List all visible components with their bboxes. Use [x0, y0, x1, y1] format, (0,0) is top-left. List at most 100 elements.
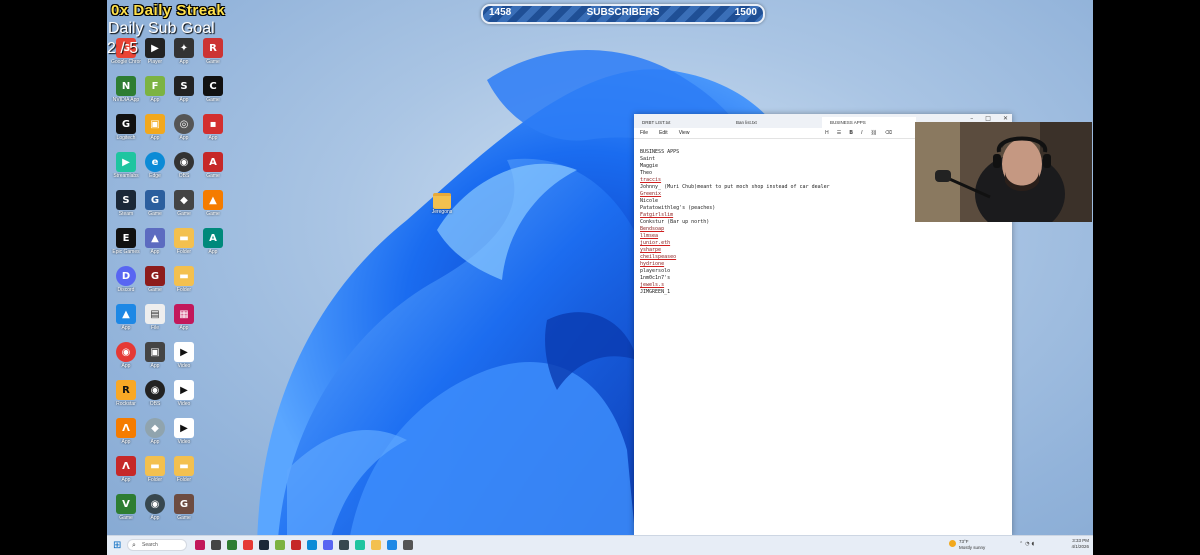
desktop-icon-gta[interactable]: V Game [111, 494, 141, 521]
desktop-icon-discord[interactable]: D Discord [111, 266, 141, 293]
taskbar-app-icon[interactable] [259, 540, 269, 550]
desktop-icon-game-6[interactable]: G Game [169, 494, 199, 521]
menu-file[interactable]: File [640, 130, 648, 136]
notepad-tab-2[interactable]: Ban list.txt [728, 117, 822, 128]
daily-sub-goal-count: 2 / 5 [107, 40, 139, 57]
window-controls: – □ ✕ [970, 115, 1008, 122]
desktop-icon-folder-2[interactable]: ▬ Folder [169, 266, 199, 293]
tray-icons[interactable]: ⌃◔◖ [1019, 541, 1036, 547]
desktop-icon-app-12[interactable]: Λ App [111, 418, 141, 445]
desktop-icon-obs-2[interactable]: ◉ OBS [140, 380, 170, 407]
taskbar-app-icon[interactable] [275, 540, 285, 550]
menu-view[interactable]: View [679, 130, 690, 136]
taskbar-app-icon[interactable] [195, 540, 205, 550]
desktop-icon-nvidia[interactable]: N NVIDIA App [111, 76, 141, 103]
desktop-icon-circle[interactable]: ◎ App [169, 114, 199, 141]
volume-icon[interactable]: ◖ [1032, 541, 1037, 547]
desktop-icon-folder-1[interactable]: ▬ Folder [169, 228, 199, 255]
desktop-icon-app-9[interactable]: ▦ App [169, 304, 199, 331]
desktop-icon-app-6[interactable]: ▲ App [140, 228, 170, 255]
taskbar-app-icon[interactable] [227, 540, 237, 550]
notepad-line: cheilspeaseo [640, 254, 677, 260]
desktop-icon-app-13[interactable]: ◆ App [140, 418, 170, 445]
desktop-icon-streamlabs[interactable]: ▶ Streamlabs [111, 152, 141, 179]
desktop-icon-steam[interactable]: S Steam [111, 190, 141, 217]
taskbar-app-icon[interactable] [403, 540, 413, 550]
bold-icon[interactable]: B [849, 130, 853, 136]
desktop-icon-app-15[interactable]: ◉ App [140, 494, 170, 521]
desktop-icon-video-2[interactable]: ▶ Video [169, 380, 199, 407]
desktop-icon-obs[interactable]: ◉ OBS [169, 152, 199, 179]
notepad-line: JIMGREEN_1 [640, 289, 671, 295]
close-icon[interactable]: ✕ [1003, 115, 1008, 122]
clock-date: 4/1/2026 [1071, 544, 1089, 549]
italic-icon[interactable]: I [861, 130, 862, 136]
desktop-icon-video-1[interactable]: ▶ Video [169, 342, 199, 369]
desktop-icon-player[interactable]: ▶ Player [140, 38, 170, 65]
taskbar-app-icon[interactable] [291, 540, 301, 550]
desktop-icon-folder-4[interactable]: ▬ Folder [169, 456, 199, 483]
heading-icon[interactable]: H [825, 130, 829, 136]
sun-icon [949, 540, 956, 547]
desktop-icon-game-4[interactable]: ▲ Game [198, 190, 228, 217]
desktop-icon-cod[interactable]: C Game [198, 76, 228, 103]
clear-format-icon[interactable]: ⌫ [885, 130, 892, 136]
notepad-line: hydrione [640, 261, 665, 267]
notepad-tab-label: DRBT LIST.txt [642, 120, 671, 125]
desktop-icon-app-3[interactable]: ✦ App [169, 38, 199, 65]
taskbar-apps [195, 540, 413, 550]
list-icon[interactable]: ☰ [837, 130, 841, 136]
windows-start-icon[interactable]: ⊞ [113, 540, 121, 551]
desktop-icon-file[interactable]: ▤ File [140, 304, 170, 331]
desktop-icon-app-14[interactable]: Λ App [111, 456, 141, 483]
minimize-icon[interactable]: – [970, 115, 973, 122]
desktop-icon-edge[interactable]: e Edge [140, 152, 170, 179]
desktop-icon-red-app[interactable]: ▪ App [198, 114, 228, 141]
desktop-icon-app-11[interactable]: ▣ App [140, 342, 170, 369]
desktop-icon-box[interactable]: ▣ App [140, 114, 170, 141]
taskbar-app-icon[interactable] [243, 540, 253, 550]
notepad-tab-label: BUSINESS APPS [830, 120, 866, 125]
notepad-tab-3[interactable]: BUSINESS APPS [822, 117, 916, 128]
taskbar-app-icon[interactable] [211, 540, 221, 550]
weather-desc: Mostly sunny [959, 545, 986, 550]
desktop-icon-video-3[interactable]: ▶ Video [169, 418, 199, 445]
taskbar-app-icon[interactable] [387, 540, 397, 550]
desktop-icon-logitech[interactable]: G Logitech [111, 114, 141, 141]
taskbar-app-icon[interactable] [355, 540, 365, 550]
desktop-icon-game-2[interactable]: G Game [140, 190, 170, 217]
desktop-icon-steelseries[interactable]: S App [169, 76, 199, 103]
subscribers-goal: 1500 [734, 7, 757, 18]
notepad-tab-1[interactable]: DRBT LIST.txt [634, 117, 728, 128]
notepad-line: 1nm0c1n7's [640, 275, 671, 281]
desktop-icon-folder-3[interactable]: ▬ Folder [140, 456, 170, 483]
desktop-icon-app-10[interactable]: ◉ App [111, 342, 141, 369]
desktop-icon-epic[interactable]: E Epic Games [111, 228, 141, 255]
taskbar-app-icon[interactable] [323, 540, 333, 550]
taskbar-search[interactable]: ⌕ Search [127, 539, 187, 551]
taskbar-app-icon[interactable] [371, 540, 381, 550]
desktop-folder[interactable]: Jeregons [429, 193, 455, 215]
link-icon[interactable]: ⛓ [871, 130, 877, 136]
maximize-icon[interactable]: □ [985, 115, 991, 122]
system-clock[interactable]: 3:33 PM 4/1/2026 [1071, 538, 1089, 550]
desktop-icon-app-8[interactable]: ▲ App [111, 304, 141, 331]
desktop-icon-game-5[interactable]: G Game [140, 266, 170, 293]
weather-widget[interactable]: 73°F Mostly sunny [949, 539, 986, 551]
webcam-overlay [915, 122, 1092, 222]
notepad-line: playersolo [640, 268, 671, 274]
search-placeholder: Search [142, 542, 158, 548]
taskbar-app-icon[interactable] [307, 540, 317, 550]
taskbar-app-icon[interactable] [339, 540, 349, 550]
menu-edit[interactable]: Edit [659, 130, 668, 136]
desktop-icon-roblox[interactable]: R Game [198, 38, 228, 65]
streamer-image [915, 122, 1092, 222]
desktop-icon-game-3[interactable]: ◆ Game [169, 190, 199, 217]
desktop-icon-rockstar[interactable]: R Rockstar [111, 380, 141, 407]
notepad-toolbar: H ☰ B I ⛓ ⌫ [825, 130, 892, 136]
desktop-icon-app-7[interactable]: A App [198, 228, 228, 255]
folder-label: Jeregons [431, 209, 453, 215]
notepad-line: junior.eth [640, 240, 671, 246]
desktop-icon-frog[interactable]: F App [140, 76, 170, 103]
desktop-icon-among[interactable]: A Game [198, 152, 228, 179]
